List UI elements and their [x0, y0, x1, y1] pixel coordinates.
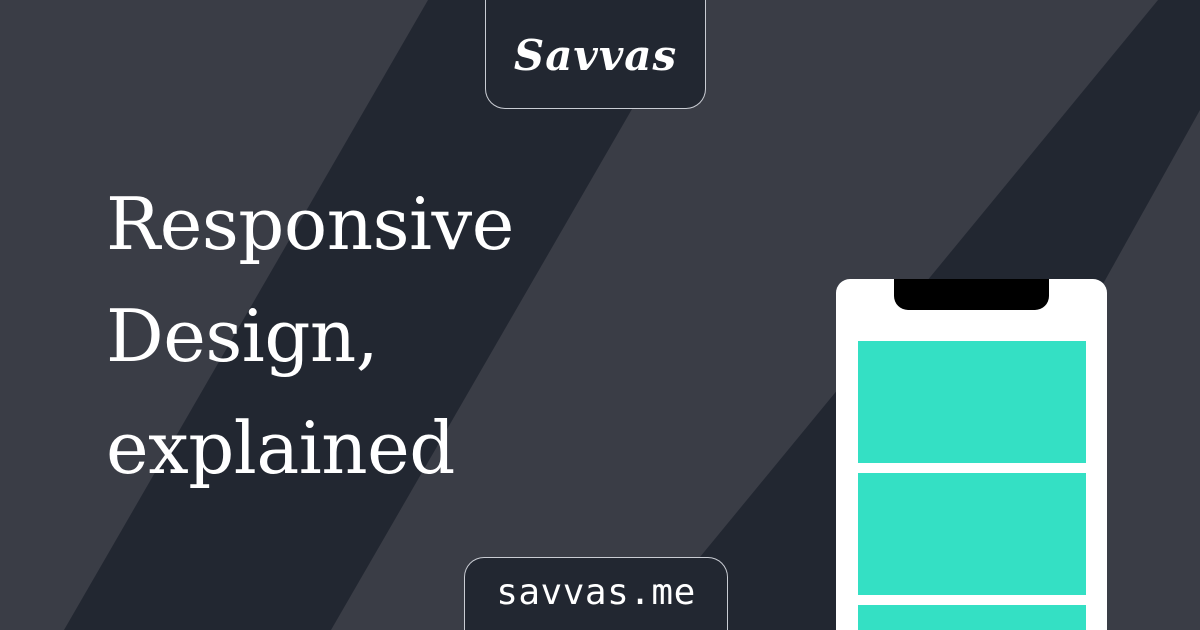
headline-line-1: Responsive	[106, 182, 514, 266]
logo-text: Savvas	[513, 30, 678, 80]
page-title: Responsive Design, explained	[106, 168, 514, 504]
site-url: savvas.me	[496, 572, 696, 613]
phone-content-block	[858, 341, 1086, 463]
url-badge[interactable]: savvas.me	[464, 557, 728, 630]
phone-notch	[894, 279, 1049, 310]
logo-badge[interactable]: Savvas	[485, 0, 706, 109]
phone-content-block	[858, 605, 1086, 630]
phone-content-block	[858, 473, 1086, 595]
phone-illustration-icon	[836, 279, 1107, 630]
headline-line-2: Design,	[106, 294, 379, 378]
social-card: Savvas Responsive Design, explained savv…	[0, 0, 1200, 630]
headline-line-3: explained	[106, 406, 455, 490]
